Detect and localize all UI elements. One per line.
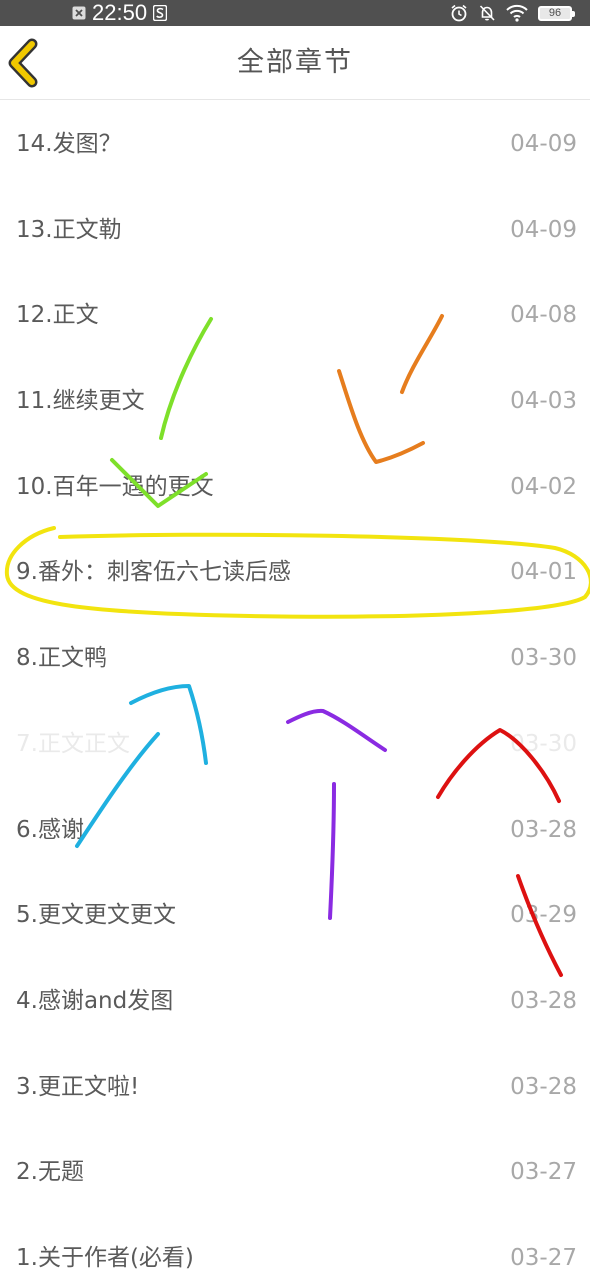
chapter-title: 9.番外：刺客伍六七读后感 bbox=[16, 559, 291, 586]
chapter-item[interactable]: 11.继续更文 04-03 bbox=[0, 357, 590, 443]
chapter-date: 03-27 bbox=[510, 1244, 577, 1271]
chapter-item[interactable]: 8.正文鸭 03-30 bbox=[0, 614, 590, 700]
s-app-icon bbox=[153, 5, 168, 21]
chapter-date: 03-27 bbox=[510, 1159, 577, 1186]
chapter-date: 04-08 bbox=[510, 302, 577, 329]
chapter-title: 13.正文勒 bbox=[16, 216, 122, 243]
battery-tip bbox=[572, 10, 575, 17]
status-bar-right: 96 bbox=[450, 0, 575, 26]
status-bar: 22:50 96 bbox=[0, 0, 590, 26]
chapter-item[interactable]: 5.更文更文更文 03-29 bbox=[0, 871, 590, 957]
chapter-item[interactable]: 1.关于作者(必看) 03-27 bbox=[0, 1214, 590, 1280]
chapter-item[interactable]: 3.更正文啦! 03-28 bbox=[0, 1043, 590, 1129]
chapter-item[interactable]: 2.无题 03-27 bbox=[0, 1128, 590, 1214]
chapter-title: 6.感谢 bbox=[16, 816, 84, 843]
chapter-date: 04-03 bbox=[510, 388, 577, 415]
chapter-title: 2.无题 bbox=[16, 1159, 84, 1186]
bell-off-icon bbox=[479, 5, 495, 21]
chapter-item[interactable]: 14.发图？ 04-09 bbox=[0, 100, 590, 186]
chapter-date: 03-28 bbox=[510, 1073, 577, 1100]
chapter-date: 04-01 bbox=[510, 559, 577, 586]
chapter-item[interactable]: 6.感谢 03-28 bbox=[0, 786, 590, 872]
chapter-title: 14.发图？ bbox=[16, 131, 122, 157]
chapter-item[interactable]: 13.正文勒 04-09 bbox=[0, 186, 590, 272]
chapter-item-highlighted[interactable]: 9.番外：刺客伍六七读后感 04-01 bbox=[0, 528, 590, 614]
close-box-icon bbox=[72, 6, 86, 20]
chapter-item[interactable]: 4.感谢and发图 03-28 bbox=[0, 957, 590, 1043]
chapter-date: 03-28 bbox=[510, 987, 577, 1014]
chapter-title: 8.正文鸭 bbox=[16, 645, 107, 672]
chapter-title: 10.百年一遇的更文 bbox=[16, 473, 214, 500]
wifi-icon bbox=[506, 4, 528, 22]
chapter-title: 11.继续更文 bbox=[16, 388, 145, 415]
status-bar-left: 22:50 bbox=[72, 0, 168, 26]
chapter-item[interactable]: 12.正文 04-08 bbox=[0, 271, 590, 357]
page-title: 全部章节 bbox=[237, 47, 353, 78]
chapter-list-screen: 22:50 96 全部章节 14.发图？ 04-09 13.正文勒 04-09 … bbox=[0, 0, 590, 1280]
chapter-title: 7.正文正文 bbox=[16, 730, 130, 757]
battery-level: 96 bbox=[548, 6, 562, 19]
chapter-list: 14.发图？ 04-09 13.正文勒 04-09 12.正文 04-08 11… bbox=[0, 100, 590, 1280]
chapter-date: 03-28 bbox=[510, 816, 577, 843]
alarm-icon bbox=[451, 4, 467, 22]
chapter-date: 04-02 bbox=[510, 473, 577, 500]
header-bar: 全部章节 bbox=[0, 26, 590, 100]
chapter-item[interactable]: 10.百年一遇的更文 04-02 bbox=[0, 443, 590, 529]
chapter-title: 5.更文更文更文 bbox=[16, 902, 176, 929]
chapter-date: 04-09 bbox=[510, 216, 577, 243]
chapter-title: 12.正文 bbox=[16, 302, 99, 329]
chapter-date: 03-29 bbox=[510, 902, 577, 929]
chapter-date: 03-30 bbox=[510, 730, 577, 757]
chapter-date: 03-30 bbox=[510, 645, 577, 672]
chapter-title: 3.更正文啦! bbox=[16, 1073, 140, 1100]
battery-icon: 96 bbox=[538, 5, 575, 21]
chapter-date: 04-09 bbox=[510, 131, 577, 157]
chapter-item-read[interactable]: 7.正文正文 03-30 bbox=[0, 700, 590, 786]
chapter-title: 1.关于作者(必看) bbox=[16, 1244, 194, 1271]
chapter-title: 4.感谢and发图 bbox=[16, 987, 174, 1014]
clock: 22:50 bbox=[92, 0, 148, 25]
